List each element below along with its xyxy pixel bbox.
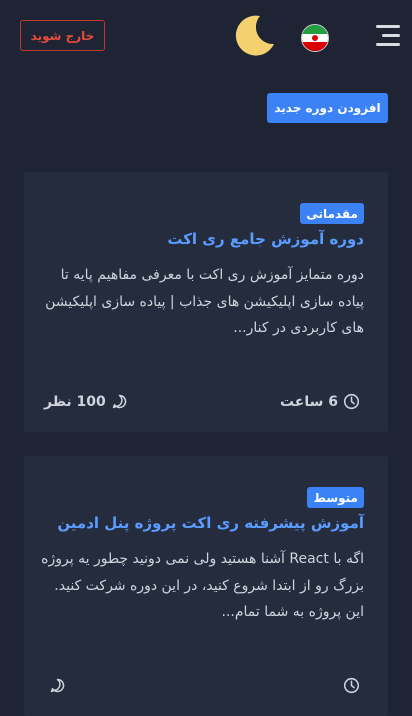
comments-text: 100 نظر — [44, 393, 106, 410]
course-card[interactable]: مقدماتی دوره آموزش جامع ری اکت دوره متما… — [24, 172, 388, 432]
add-course-button[interactable]: افزودن دوره جدید — [267, 93, 388, 123]
clock-icon — [343, 393, 360, 410]
level-badge: مقدماتی — [300, 203, 364, 224]
moon-icon[interactable] — [234, 14, 276, 56]
logout-button[interactable]: خارج شوید — [20, 20, 105, 51]
iran-flag-icon[interactable] — [301, 24, 329, 52]
hamburger-icon[interactable] — [374, 25, 400, 47]
course-title[interactable]: دوره آموزش جامع ری اکت — [34, 230, 364, 248]
course-duration: 6 ساعت — [280, 393, 360, 410]
level-badge: متوسط — [307, 487, 364, 508]
comment-icon — [112, 394, 126, 409]
course-description: اگه با React آشنا هستید ولی نمی دونید چط… — [41, 551, 364, 620]
course-title[interactable]: آموزش پیشرفته ری اکت پروژه پنل ادمین — [34, 514, 364, 532]
course-description: دوره متمایز آموزش ری اکت با معرفی مفاهیم… — [45, 267, 364, 336]
duration-text: 6 ساعت — [279, 393, 338, 410]
course-card[interactable]: متوسط آموزش پیشرفته ری اکت پروژه پنل ادم… — [24, 456, 388, 716]
course-comments: 100 نظر — [44, 393, 128, 410]
top-header: خارج شوید — [0, 0, 412, 72]
